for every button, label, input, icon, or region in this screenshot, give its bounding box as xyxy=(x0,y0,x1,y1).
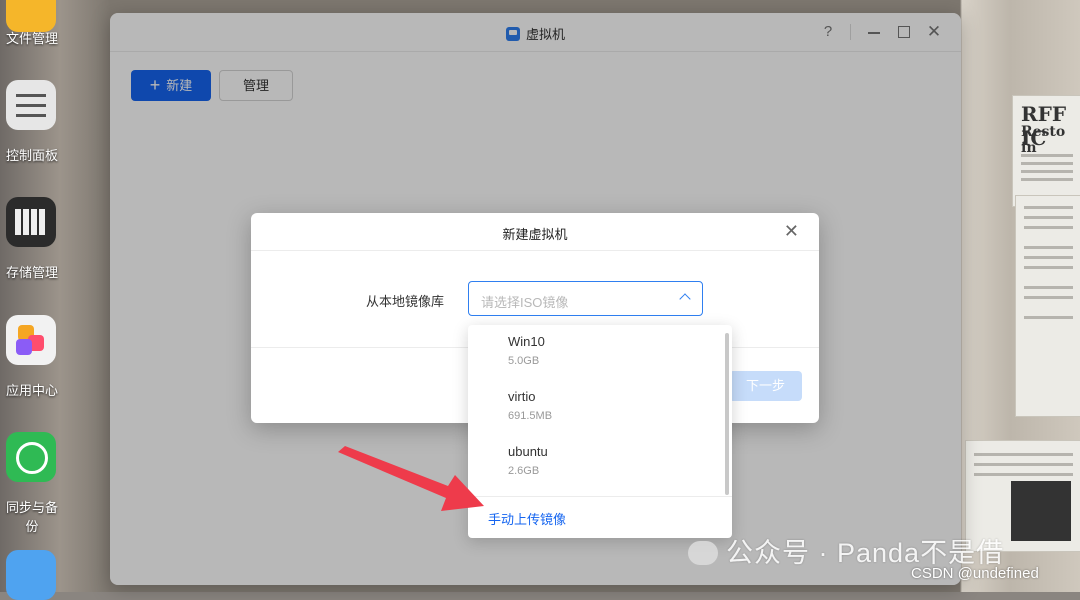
csdn-watermark: CSDN @undefined xyxy=(911,565,1039,582)
wechat-icon xyxy=(688,541,718,565)
red-arrow-annotation xyxy=(338,446,484,511)
watermark-text: 公众号 · Panda不是借 xyxy=(726,538,1005,568)
